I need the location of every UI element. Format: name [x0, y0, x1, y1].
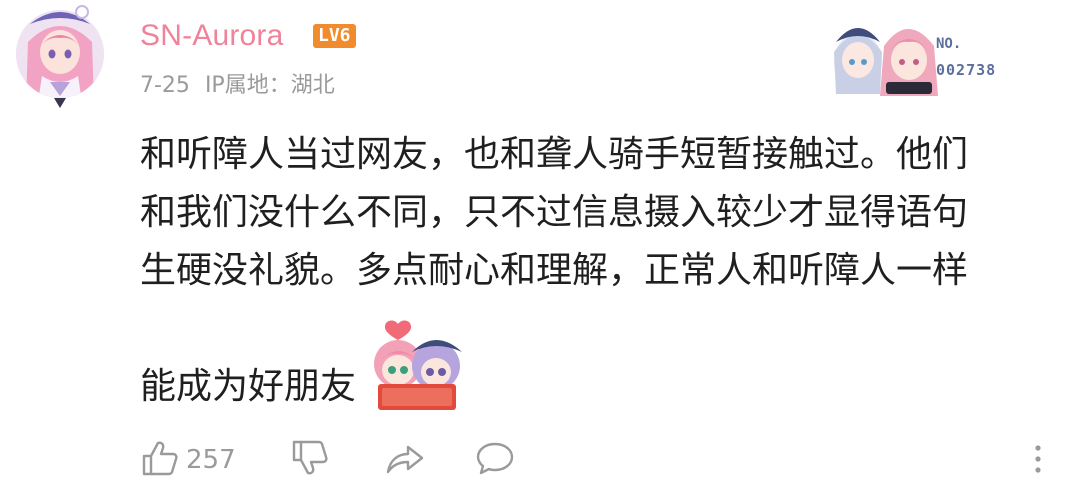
- comment-body: 和听障人当过网友，也和聋人骑手短暂接触过。他们 和我们没什么不同，只不过信息摄入…: [140, 126, 1040, 300]
- like-count: 257: [186, 445, 236, 475]
- emoji-sticker: [368, 318, 468, 414]
- reply-button[interactable]: [474, 438, 518, 482]
- comment-meta: 7-25 IP属地：湖北: [140, 70, 343, 102]
- comment-line: 和听障人当过网友，也和聋人骑手短暂接触过。他们: [140, 134, 969, 175]
- comment-date: 7-25: [140, 73, 190, 98]
- dislike-button[interactable]: [290, 438, 332, 482]
- like-button[interactable]: [140, 438, 182, 482]
- comment-icon: [476, 442, 514, 475]
- avatar[interactable]: [12, 2, 108, 110]
- share-icon: [386, 445, 424, 474]
- more-options-button[interactable]: [1028, 440, 1048, 480]
- level-badge: LV6: [313, 24, 356, 48]
- thumbs-up-icon: [142, 441, 178, 476]
- more-vertical-icon: [1035, 445, 1041, 473]
- thumbs-down-icon: [292, 440, 328, 475]
- ip-location: IP属地：湖北: [204, 73, 335, 98]
- fan-badge-image: [822, 12, 1032, 98]
- comment-line: 和我们没什么不同，只不过信息摄入较少才显得语句: [140, 192, 969, 233]
- fan-badge-number: 002738: [936, 61, 997, 79]
- share-button[interactable]: [384, 438, 428, 482]
- username[interactable]: SN-Aurora: [140, 16, 284, 56]
- fan-badge-label: NO.: [936, 36, 962, 52]
- action-bar: 257: [140, 438, 1060, 482]
- comment-line: 生硬没礼貌。多点耐心和理解，正常人和听障人一样: [140, 250, 969, 291]
- comment-line: 能成为好朋友: [140, 366, 357, 407]
